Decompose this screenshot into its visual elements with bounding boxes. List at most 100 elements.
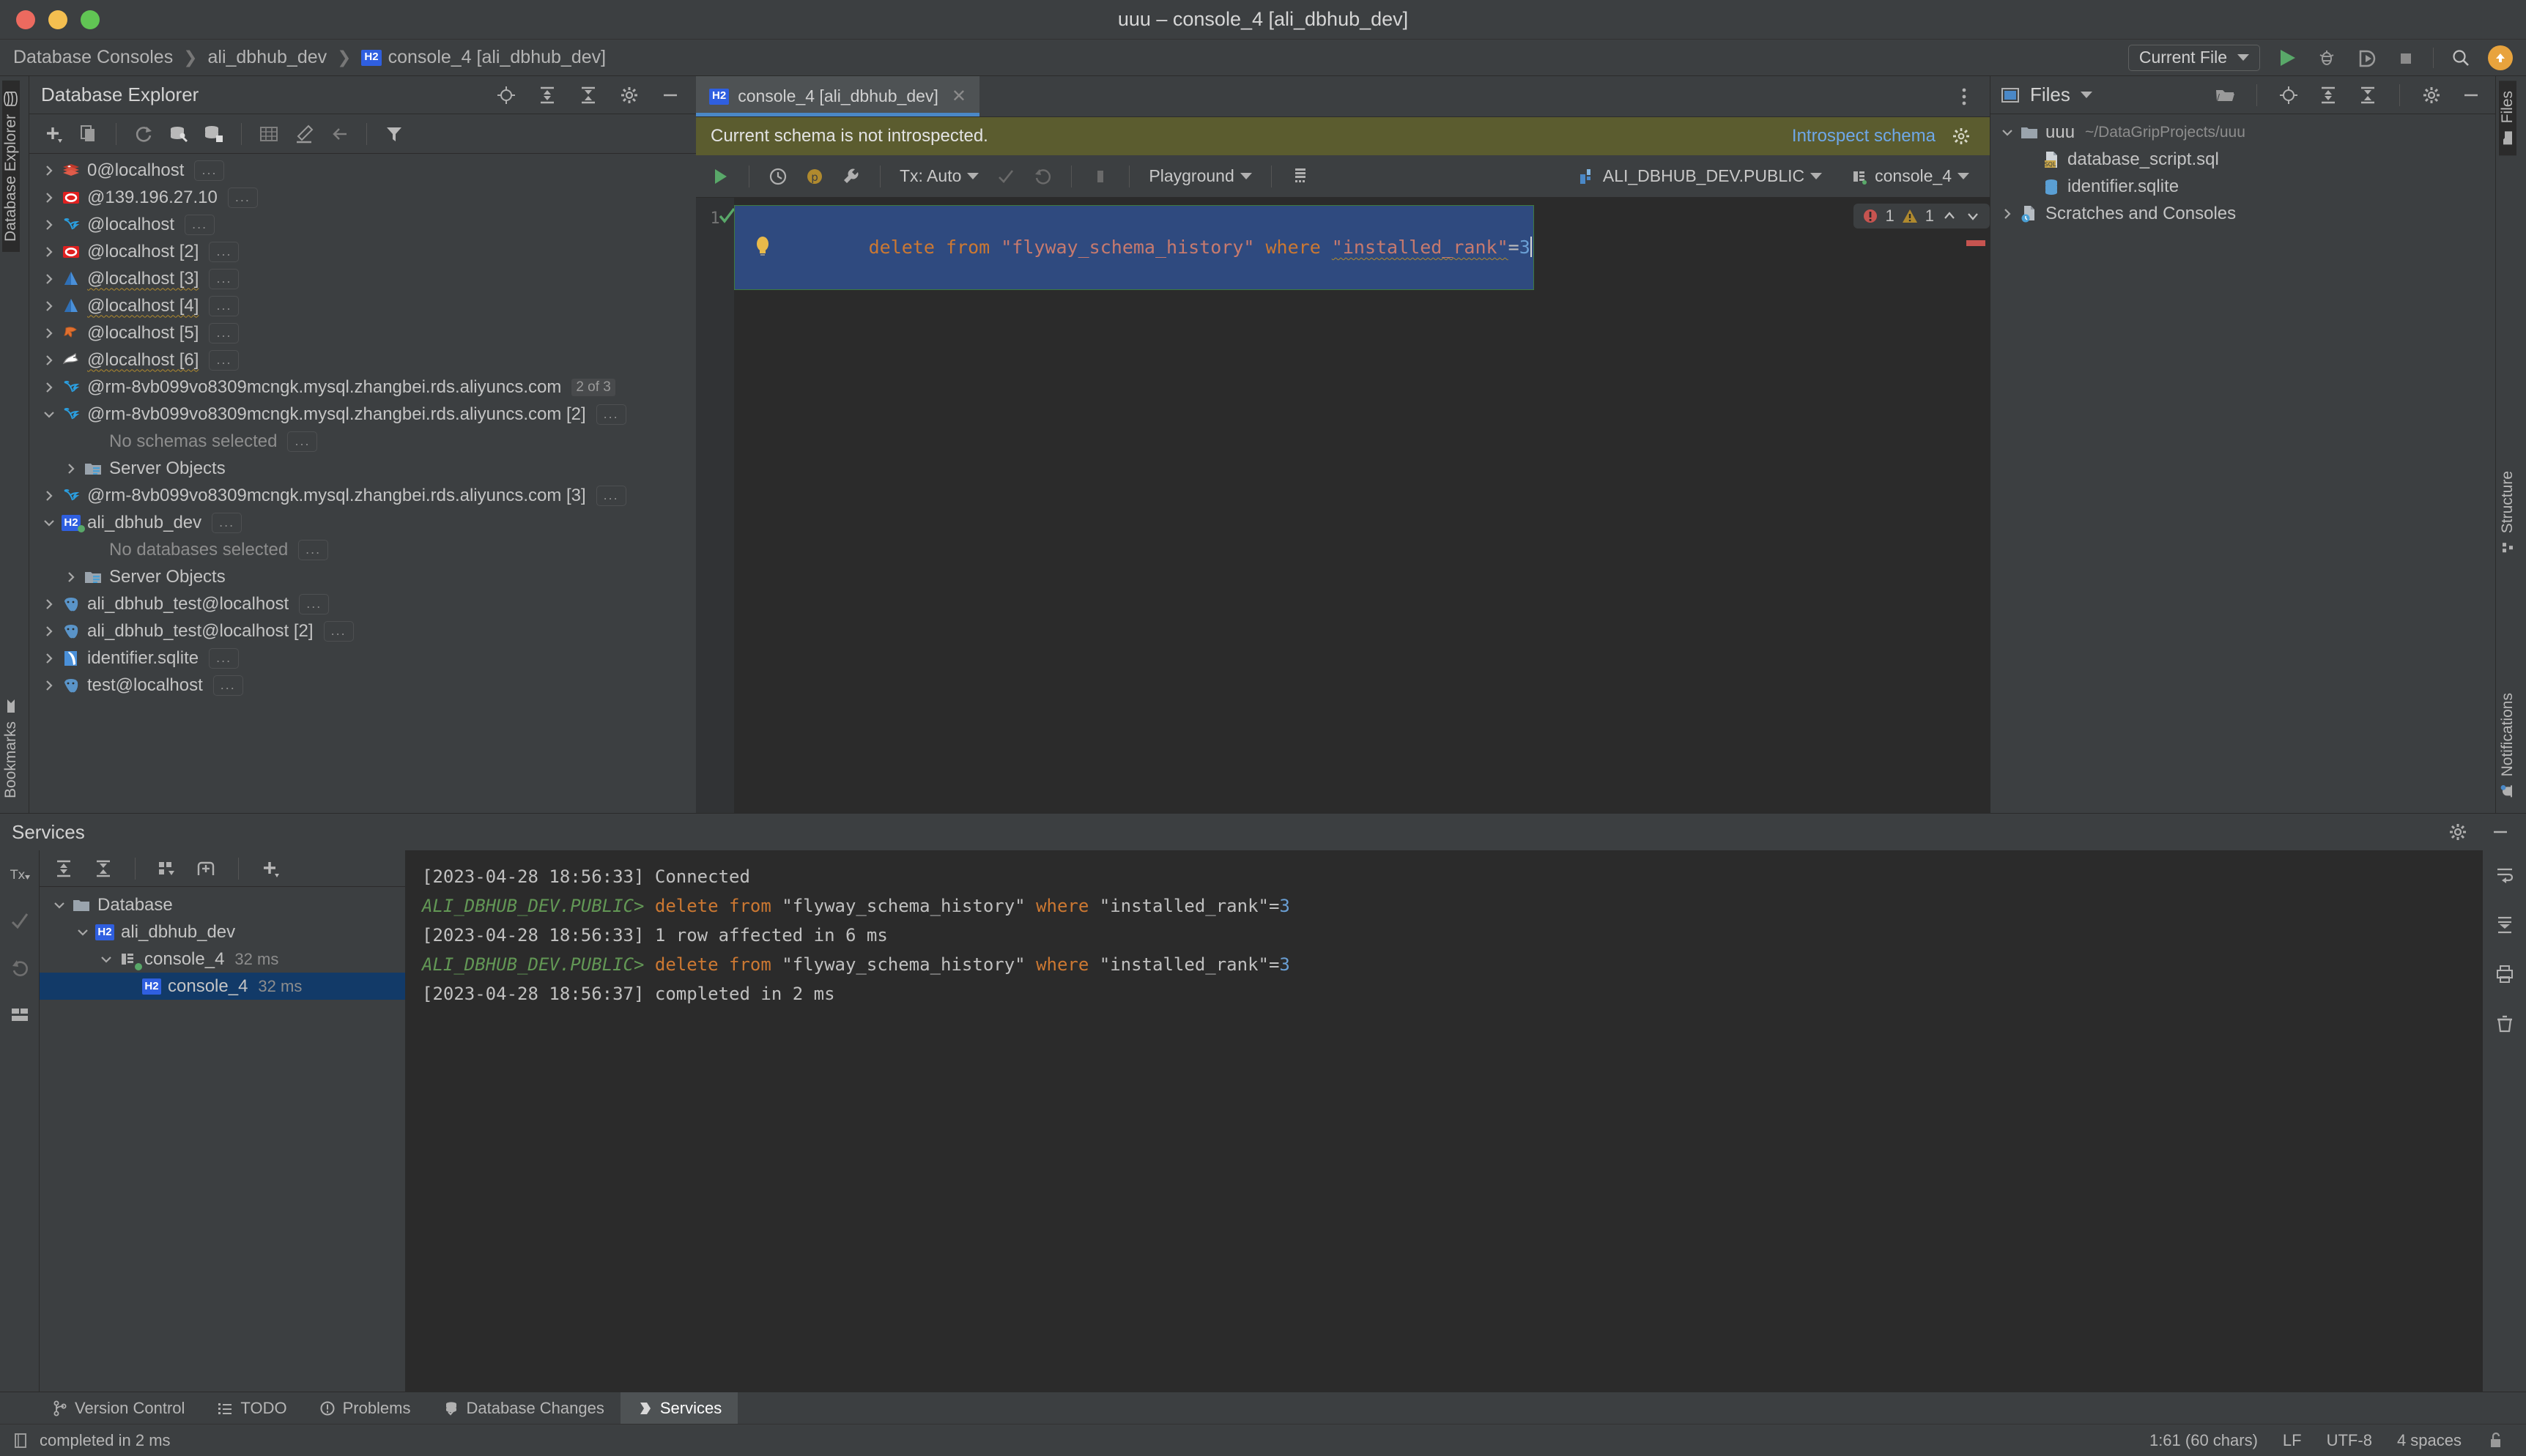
more-actions-button[interactable]: ... <box>287 431 318 452</box>
editor-gutter[interactable]: 1 <box>696 198 736 813</box>
chevron-down-icon[interactable] <box>2080 92 2092 98</box>
more-actions-button[interactable]: ... <box>596 404 626 425</box>
minimize-window-button[interactable] <box>48 10 67 29</box>
more-actions-button[interactable]: ... <box>212 512 242 533</box>
tree-expand-arrow[interactable] <box>40 381 59 394</box>
hide-icon[interactable] <box>2486 818 2514 846</box>
settings-icon[interactable] <box>2444 818 2472 846</box>
add-icon[interactable] <box>40 120 67 148</box>
db-tools-icon[interactable] <box>165 120 193 148</box>
tree-expand-arrow[interactable] <box>40 218 59 231</box>
tree-row[interactable]: @localhost [5]... <box>29 319 696 346</box>
tree-expand-arrow[interactable] <box>40 354 59 367</box>
more-actions-button[interactable]: ... <box>209 349 240 371</box>
search-icon[interactable] <box>2448 45 2473 70</box>
print-icon[interactable] <box>2491 960 2519 988</box>
table-icon[interactable] <box>255 120 283 148</box>
tree-expand-arrow[interactable] <box>97 953 116 966</box>
run-icon[interactable] <box>2275 45 2300 70</box>
tree-row[interactable]: ali_dbhub_test@localhost [2]... <box>29 617 696 645</box>
breadcrumb-item-datasource[interactable]: ali_dbhub_dev <box>207 47 327 68</box>
expand-all-icon[interactable] <box>2314 81 2342 109</box>
tree-expand-arrow[interactable] <box>40 625 59 638</box>
execute-icon[interactable] <box>706 163 734 190</box>
bottom-tab-services[interactable]: Services <box>620 1392 738 1424</box>
unlocked-icon[interactable] <box>2486 1431 2504 1450</box>
duplicate-icon[interactable] <box>75 120 103 148</box>
more-actions-button[interactable]: ... <box>209 322 240 343</box>
line-separator[interactable]: LF <box>2283 1431 2302 1450</box>
history-icon[interactable] <box>764 163 792 190</box>
debug-icon[interactable] <box>2314 45 2339 70</box>
chevron-down-icon[interactable] <box>1965 208 1981 224</box>
tree-expand-arrow[interactable] <box>62 462 81 475</box>
tree-row[interactable]: Server Objects <box>29 455 696 482</box>
jump-to-icon[interactable] <box>325 120 353 148</box>
indent-setting[interactable]: 4 spaces <box>2397 1431 2462 1450</box>
tree-row[interactable]: @localhost [2]... <box>29 238 696 265</box>
tree-expand-arrow[interactable] <box>40 164 59 177</box>
add-tab-icon[interactable] <box>193 855 221 883</box>
tree-expand-arrow[interactable] <box>40 408 59 421</box>
group-by-icon[interactable] <box>153 855 181 883</box>
sidebar-item-structure[interactable]: Structure <box>2499 461 2516 564</box>
session-selector[interactable]: console_4 <box>1845 166 1974 186</box>
files-tree[interactable]: uuu ~/DataGripProjects/uuu SQL database_scr… <box>1990 114 2495 813</box>
hide-icon[interactable] <box>2457 81 2485 109</box>
datasource-selector[interactable]: ALI_DBHUB_DEV.PUBLIC <box>1574 166 1826 186</box>
sidebar-item-database-explorer[interactable]: Database Explorer <box>2 81 20 252</box>
bottom-tab-database-changes[interactable]: Database Changes <box>427 1392 621 1424</box>
close-icon[interactable]: ✕ <box>952 86 966 107</box>
inspections-widget[interactable]: 1 1 <box>1853 204 1990 229</box>
tree-row[interactable]: @139.196.27.10... <box>29 184 696 211</box>
more-actions-button[interactable]: ... <box>209 647 240 669</box>
services-tree-row[interactable]: H2 console_4 32 ms <box>40 973 405 1000</box>
more-actions-button[interactable]: ... <box>212 675 243 696</box>
gear-icon[interactable] <box>1947 122 1975 150</box>
run-configuration-selector[interactable]: Current File <box>2127 44 2260 71</box>
tree-expand-arrow[interactable] <box>40 272 59 286</box>
expand-all-icon[interactable] <box>50 855 78 883</box>
bottom-tab-problems[interactable]: Problems <box>303 1392 427 1424</box>
tab-console-4[interactable]: H2 console_4 [ali_dbhub_dev] ✕ <box>696 76 979 116</box>
file-tree-row[interactable]: SQL database_script.sql <box>1990 146 2495 173</box>
bottom-tab-todo[interactable]: TODO <box>201 1392 303 1424</box>
encoding[interactable]: UTF-8 <box>2327 1431 2372 1450</box>
sql-statement[interactable]: delete from "flyway_schema_history" wher… <box>734 205 1534 290</box>
tree-row[interactable]: @rm-8vb099vo8309mcngk.mysql.zhangbei.rds… <box>29 374 696 401</box>
wrench-icon[interactable] <box>837 163 865 190</box>
tree-expand-arrow[interactable] <box>40 327 59 340</box>
tree-expand-arrow[interactable] <box>40 652 59 665</box>
locate-icon[interactable] <box>492 81 520 109</box>
open-folder-icon[interactable] <box>2211 81 2239 109</box>
soft-wrap-icon[interactable] <box>2491 861 2519 888</box>
tree-expand-arrow[interactable] <box>40 598 59 611</box>
more-actions-button[interactable]: ... <box>209 241 240 262</box>
tree-row[interactable]: @rm-8vb099vo8309mcngk.mysql.zhangbei.rds… <box>29 401 696 428</box>
tree-expand-arrow[interactable] <box>62 571 81 584</box>
tree-row[interactable]: No schemas selected... <box>29 428 696 455</box>
more-actions-button[interactable]: ... <box>298 539 329 560</box>
collapse-all-icon[interactable] <box>574 81 602 109</box>
file-tree-row[interactable]: uuu ~/DataGripProjects/uuu <box>1990 119 2495 146</box>
update-available-icon[interactable] <box>2488 45 2513 70</box>
file-tree-row[interactable]: identifier.sqlite <box>1990 173 2495 200</box>
stop-icon[interactable] <box>2393 45 2418 70</box>
filter-icon[interactable] <box>380 120 408 148</box>
clear-icon[interactable] <box>2491 1010 2519 1038</box>
more-actions-button[interactable]: ... <box>185 214 215 235</box>
bottom-tab-version-control[interactable]: Version Control <box>37 1392 201 1424</box>
locate-icon[interactable] <box>2275 81 2303 109</box>
error-stripe-marker[interactable] <box>1966 240 1985 246</box>
tree-row[interactable]: 0@localhost... <box>29 157 696 184</box>
tree-expand-arrow[interactable] <box>40 300 59 313</box>
tree-expand-arrow[interactable] <box>73 926 92 939</box>
settings-icon[interactable] <box>2418 81 2445 109</box>
tree-expand-arrow[interactable] <box>50 899 69 912</box>
db-schema-icon[interactable] <box>200 120 228 148</box>
more-actions-button[interactable]: ... <box>209 295 240 316</box>
services-tree-row[interactable]: H2 ali_dbhub_dev <box>40 918 405 946</box>
parameters-icon[interactable]: p <box>801 163 829 190</box>
refresh-icon[interactable] <box>130 120 158 148</box>
edit-icon[interactable] <box>290 120 318 148</box>
